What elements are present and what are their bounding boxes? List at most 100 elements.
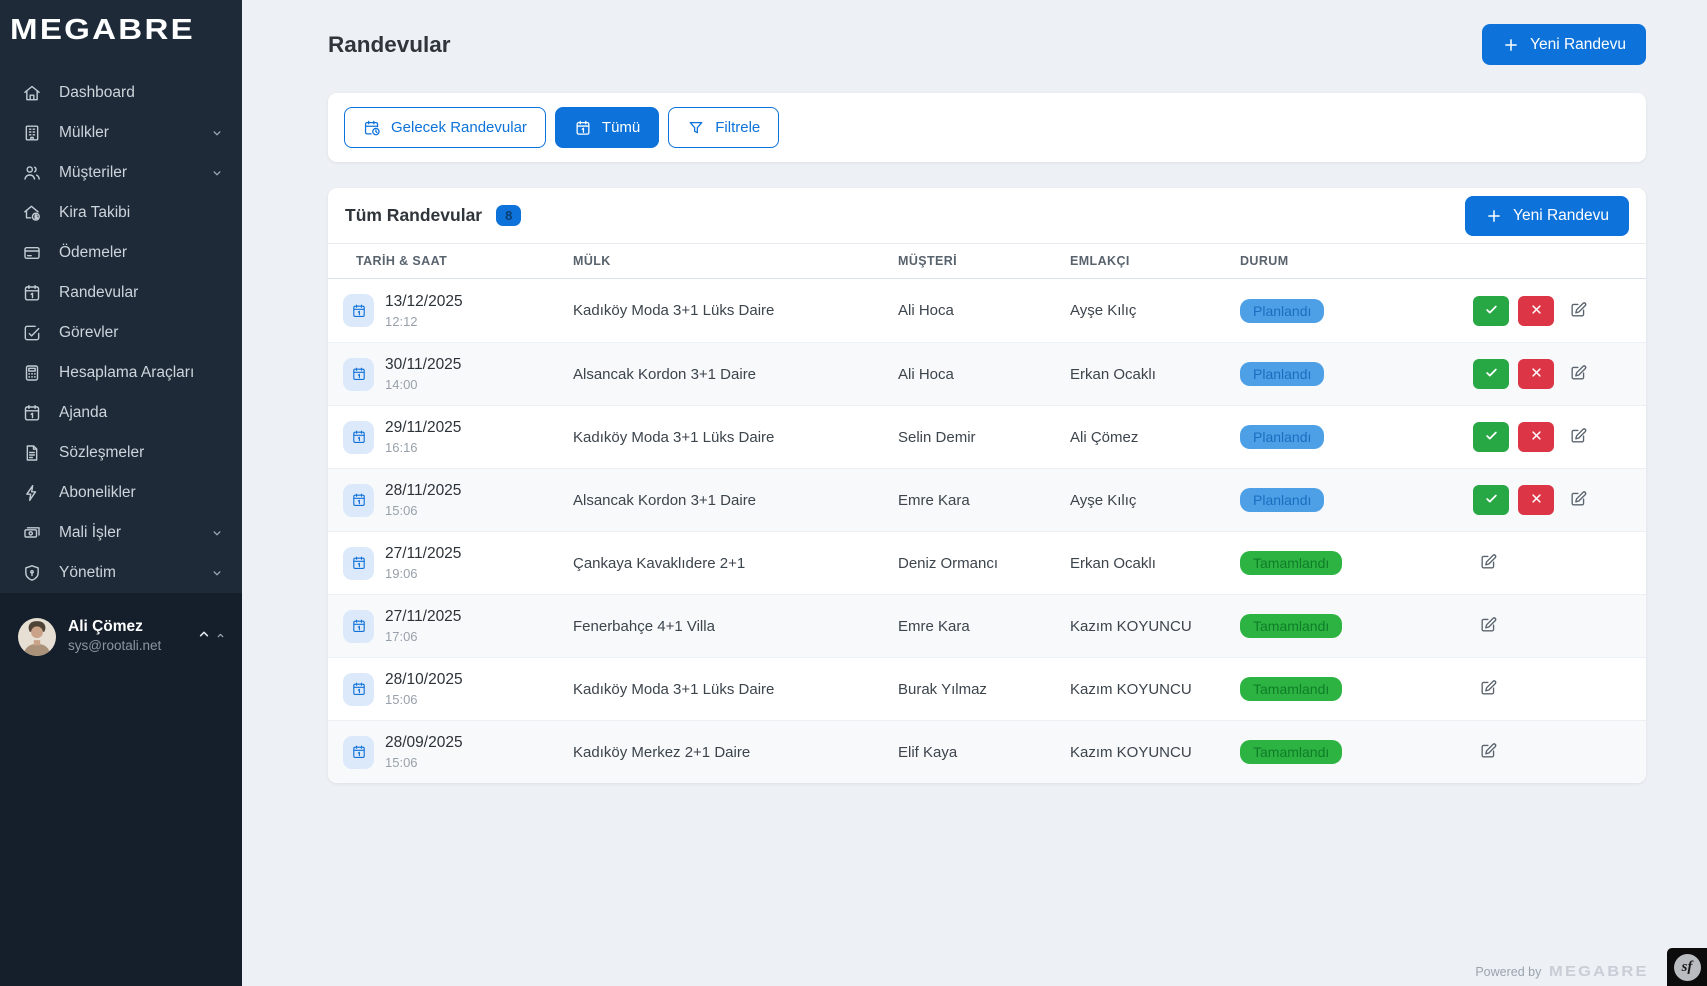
calendar-chip-icon bbox=[343, 547, 374, 580]
cell-customer: Emre Kara bbox=[898, 492, 1070, 509]
cell-actions bbox=[1473, 611, 1646, 641]
confirm-appointment-button[interactable] bbox=[1473, 422, 1509, 452]
cell-customer: Ali Hoca bbox=[898, 302, 1070, 319]
edit-appointment-button[interactable] bbox=[1563, 485, 1593, 515]
sidebar-item-sozlesmeler[interactable]: Sözleşmeler bbox=[0, 433, 242, 473]
calendar-chip-icon bbox=[343, 421, 374, 454]
cancel-appointment-button[interactable] bbox=[1518, 296, 1554, 326]
sidebar-item-dashboard[interactable]: Dashboard bbox=[0, 73, 242, 113]
user-menu-toggle[interactable] bbox=[196, 626, 226, 647]
appointment-row: 28/11/202515:06Alsancak Kordon 3+1 Daire… bbox=[328, 468, 1646, 531]
table-header-row: TARİH & SAAT MÜLK MÜŞTERİ EMLAKÇI DURUM bbox=[328, 244, 1646, 279]
cell-customer: Selin Demir bbox=[898, 429, 1070, 446]
sidebar-item-label: Dashboard bbox=[59, 84, 135, 102]
cell-date-time: 28/09/202515:06 bbox=[328, 734, 573, 770]
sidebar-item-musteriler[interactable]: Müşteriler bbox=[0, 153, 242, 193]
cell-status: Planlandı bbox=[1240, 425, 1473, 449]
edit-appointment-button[interactable] bbox=[1473, 674, 1503, 704]
cell-agent: Ayşe Kılıç bbox=[1070, 302, 1240, 319]
appointments-card: Tüm Randevular 8 Yeni Randevu TARİH & SA… bbox=[328, 188, 1646, 783]
new-appointment-button[interactable]: Yeni Randevu bbox=[1482, 24, 1646, 65]
document-icon bbox=[22, 443, 42, 463]
sidebar-item-label: Yönetim bbox=[59, 564, 116, 582]
status-badge: Tamamlandı bbox=[1240, 677, 1342, 701]
appointment-date: 27/11/2025 bbox=[385, 608, 461, 626]
cell-agent: Ali Çömez bbox=[1070, 429, 1240, 446]
status-badge: Tamamlandı bbox=[1240, 740, 1342, 764]
edit-appointment-button[interactable] bbox=[1473, 611, 1503, 641]
pencil-square-icon bbox=[1479, 615, 1498, 637]
confirm-appointment-button[interactable] bbox=[1473, 359, 1509, 389]
sidebar-item-gorevler[interactable]: Görevler bbox=[0, 313, 242, 353]
users-icon bbox=[22, 163, 42, 183]
status-badge: Planlandı bbox=[1240, 362, 1324, 386]
x-mark-icon bbox=[1529, 491, 1544, 509]
sidebar-user-section: Ali Çömez sys@rootali.net bbox=[0, 593, 242, 986]
cancel-appointment-button[interactable] bbox=[1518, 359, 1554, 389]
cell-date-time: 28/10/202515:06 bbox=[328, 671, 573, 707]
symfony-icon: sf bbox=[1674, 954, 1701, 981]
debug-toolbar-button[interactable]: sf bbox=[1667, 948, 1707, 986]
user-menu[interactable]: Ali Çömez sys@rootali.net bbox=[18, 617, 226, 656]
confirm-appointment-button[interactable] bbox=[1473, 296, 1509, 326]
calendar-chip-icon bbox=[343, 673, 374, 706]
cell-date-time: 28/11/202515:06 bbox=[328, 482, 573, 518]
calculator-icon bbox=[22, 363, 42, 383]
cancel-appointment-button[interactable] bbox=[1518, 485, 1554, 515]
x-mark-icon bbox=[1529, 365, 1544, 383]
edit-appointment-button[interactable] bbox=[1563, 422, 1593, 452]
chevron-down-icon bbox=[210, 526, 224, 540]
edit-appointment-button[interactable] bbox=[1563, 359, 1593, 389]
cell-date-time: 13/12/202512:12 bbox=[328, 293, 573, 329]
brand-logo-text: MEGABRE bbox=[10, 14, 195, 47]
edit-appointment-button[interactable] bbox=[1473, 548, 1503, 578]
calendar-chip-icon bbox=[343, 358, 374, 391]
sidebar-item-label: Sözleşmeler bbox=[59, 444, 144, 462]
edit-appointment-button[interactable] bbox=[1473, 737, 1503, 767]
appointment-row: 29/11/202516:16Kadıköy Moda 3+1 Lüks Dai… bbox=[328, 405, 1646, 468]
appointment-date: 27/11/2025 bbox=[385, 545, 461, 563]
appointment-row: 13/12/202512:12Kadıköy Moda 3+1 Lüks Dai… bbox=[328, 279, 1646, 342]
edit-appointment-button[interactable] bbox=[1563, 296, 1593, 326]
sidebar-item-odemeler[interactable]: Ödemeler bbox=[0, 233, 242, 273]
new-appointment-button-secondary[interactable]: Yeni Randevu bbox=[1465, 196, 1629, 236]
avatar bbox=[18, 618, 56, 656]
cell-property: Kadıköy Merkez 2+1 Daire bbox=[573, 744, 898, 761]
cell-property: Kadıköy Moda 3+1 Lüks Daire bbox=[573, 681, 898, 698]
cell-customer: Emre Kara bbox=[898, 618, 1070, 635]
confirm-appointment-button[interactable] bbox=[1473, 485, 1509, 515]
appointment-time: 15:06 bbox=[385, 692, 463, 707]
calendar-date-icon bbox=[22, 403, 42, 423]
cell-property: Alsancak Kordon 3+1 Daire bbox=[573, 366, 898, 383]
sidebar: MEGABRE Dashboard MülklerMüşterilerKira T… bbox=[0, 0, 242, 986]
chevron-down-icon bbox=[210, 566, 224, 580]
appointment-time: 12:12 bbox=[385, 314, 463, 329]
sidebar-item-label: Hesaplama Araçları bbox=[59, 364, 194, 382]
plus-icon bbox=[1502, 36, 1520, 54]
sidebar-item-hesaplama-araclari[interactable]: Hesaplama Araçları bbox=[0, 353, 242, 393]
cell-actions bbox=[1473, 422, 1646, 452]
cancel-appointment-button[interactable] bbox=[1518, 422, 1554, 452]
sidebar-item-mulkler[interactable]: Mülkler bbox=[0, 113, 242, 153]
new-appointment-label: Yeni Randevu bbox=[1513, 207, 1609, 225]
sidebar-item-yonetim[interactable]: Yönetim bbox=[0, 553, 242, 593]
column-header-actions bbox=[1473, 251, 1646, 271]
banknote-icon bbox=[22, 523, 42, 543]
filter-button-tumu[interactable]: Tümü bbox=[555, 107, 659, 148]
calendar-chip-icon bbox=[343, 484, 374, 517]
filter-button-filtrele[interactable]: Filtrele bbox=[668, 107, 779, 148]
cell-agent: Erkan Ocaklı bbox=[1070, 366, 1240, 383]
logo: MEGABRE bbox=[0, 0, 242, 58]
sidebar-item-kira-takibi[interactable]: Kira Takibi bbox=[0, 193, 242, 233]
sidebar-item-randevular[interactable]: Randevular bbox=[0, 273, 242, 313]
filter-button-label: Filtrele bbox=[715, 119, 760, 136]
filter-button-gelecek-randevular[interactable]: Gelecek Randevular bbox=[344, 107, 546, 148]
sidebar-nav: Dashboard MülklerMüşterilerKira TakibiÖde… bbox=[0, 58, 242, 593]
table-body: 13/12/202512:12 Kadıköy Moda 3+1 Lüks Dai… bbox=[328, 279, 1646, 783]
user-email: sys@rootali.net bbox=[68, 637, 161, 656]
sidebar-item-abonelikler[interactable]: Abonelikler bbox=[0, 473, 242, 513]
sidebar-item-mali-i-sler[interactable]: Mali İşler bbox=[0, 513, 242, 553]
pencil-square-icon bbox=[1569, 426, 1588, 448]
cell-agent: Ayşe Kılıç bbox=[1070, 492, 1240, 509]
sidebar-item-ajanda[interactable]: Ajanda bbox=[0, 393, 242, 433]
